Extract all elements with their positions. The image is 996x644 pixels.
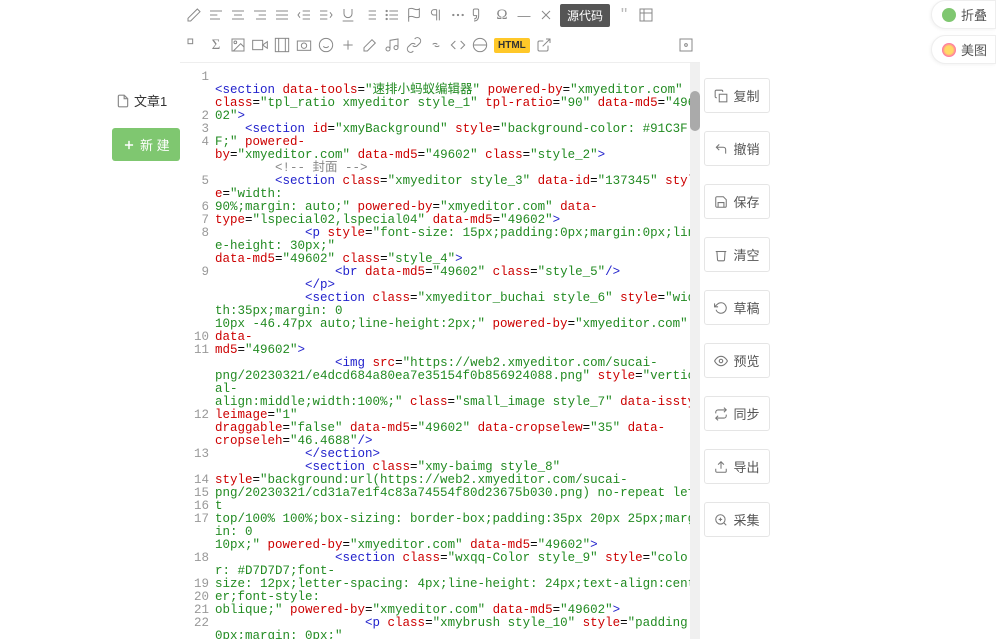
article-tab-label: 文章1 [134, 91, 167, 110]
image-icon[interactable] [230, 37, 246, 53]
indent-right-icon[interactable] [318, 7, 334, 23]
edit-icon[interactable] [186, 7, 202, 23]
editor-scrollbar[interactable] [690, 63, 700, 639]
format-icon[interactable] [186, 37, 202, 53]
emoji-icon[interactable] [318, 37, 334, 53]
scrollbar-thumb[interactable] [690, 91, 700, 131]
camera-icon[interactable] [296, 37, 312, 53]
undo-button[interactable]: 撤销 [704, 131, 770, 166]
plus-icon [122, 138, 136, 152]
cross-icon[interactable] [538, 7, 554, 23]
indent-left-icon[interactable] [296, 7, 312, 23]
add-icon[interactable] [340, 37, 356, 53]
html-button[interactable]: HTML [494, 38, 530, 53]
unlink-icon[interactable] [428, 37, 444, 53]
sync-button[interactable]: 同步 [704, 396, 770, 431]
beautify-dot-icon [942, 43, 956, 57]
fold-dot-icon [942, 8, 956, 22]
link-icon[interactable] [406, 37, 422, 53]
clear-button[interactable]: 清空 [704, 237, 770, 272]
eye-icon [714, 354, 728, 368]
globe-icon[interactable] [472, 37, 488, 53]
preview-button[interactable]: 预览 [704, 343, 770, 378]
beautify-pill[interactable]: 美图 [931, 35, 996, 64]
code-editor[interactable]: 1 234 5 678 9 1011 12 13 14151617 18 192… [180, 62, 700, 639]
trash-icon [714, 248, 728, 262]
history-icon [714, 301, 728, 315]
paragraph-icon[interactable] [428, 7, 444, 23]
undo-icon [714, 142, 728, 156]
table-icon[interactable] [638, 7, 654, 23]
copy-icon [714, 89, 728, 103]
source-code-button[interactable]: 源代码 [560, 4, 610, 27]
dash-icon[interactable]: — [516, 7, 532, 23]
editor-toolbar: Ω — 源代码 " Σ HTML [180, 0, 700, 62]
save-icon [714, 195, 728, 209]
list-ul-icon[interactable] [384, 7, 400, 23]
align-justify-icon[interactable] [274, 7, 290, 23]
sync-icon [714, 407, 728, 421]
quote2-icon[interactable]: " [616, 7, 632, 23]
underline-icon[interactable] [340, 7, 356, 23]
video-icon[interactable] [252, 37, 268, 53]
code-icon[interactable] [450, 37, 466, 53]
wand-icon[interactable] [362, 37, 378, 53]
copy-button[interactable]: 复制 [704, 78, 770, 113]
omega-icon[interactable]: Ω [494, 7, 510, 23]
list-ol-icon[interactable] [362, 7, 378, 23]
more-icon[interactable] [450, 7, 466, 23]
save-button[interactable]: 保存 [704, 184, 770, 219]
export-icon [714, 460, 728, 474]
collect-button[interactable]: 采集 [704, 502, 770, 537]
new-button[interactable]: 新 建 [112, 128, 180, 161]
align-right-icon[interactable] [252, 7, 268, 23]
quote-icon[interactable] [472, 7, 488, 23]
draft-button[interactable]: 草稿 [704, 290, 770, 325]
align-left-icon[interactable] [208, 7, 224, 23]
document-icon [116, 94, 130, 108]
fold-pill[interactable]: 折叠 [931, 0, 996, 29]
line-gutter: 1 234 5 678 9 1011 12 13 14151617 18 192… [180, 63, 215, 639]
fullscreen-icon[interactable] [678, 37, 694, 53]
export-button[interactable]: 导出 [704, 449, 770, 484]
sigma-icon[interactable]: Σ [208, 37, 224, 53]
music-icon[interactable] [384, 37, 400, 53]
align-center-icon[interactable] [230, 7, 246, 23]
code-body[interactable]: <section data-tools="速排小蚂蚁编辑器" powered-b… [215, 63, 700, 639]
external-icon[interactable] [536, 37, 552, 53]
new-button-label: 新 建 [140, 135, 170, 154]
film-icon[interactable] [274, 37, 290, 53]
article-tab-1[interactable]: 文章1 [112, 85, 180, 116]
collect-icon [714, 513, 728, 527]
flag-icon[interactable] [406, 7, 422, 23]
